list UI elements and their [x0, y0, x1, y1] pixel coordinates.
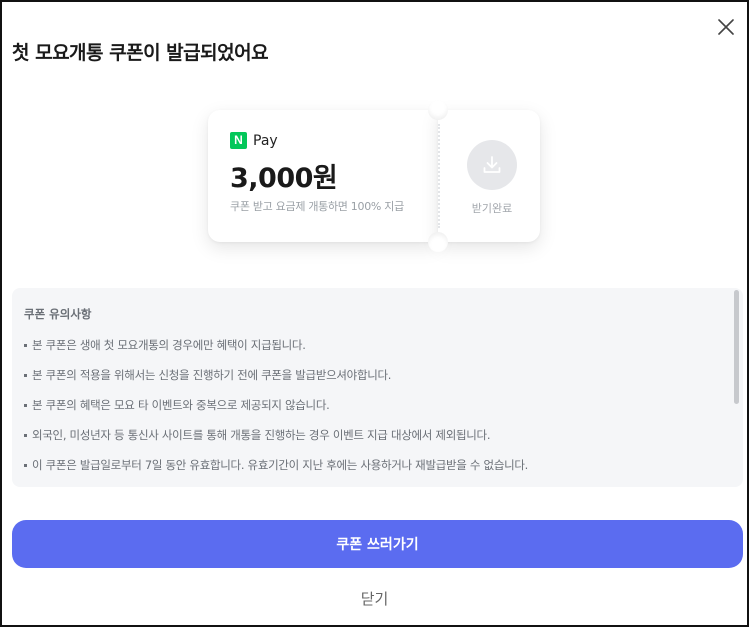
coupon-notch-bottom [428, 232, 448, 252]
notice-content: 쿠폰 유의사항 본 쿠폰은 생애 첫 모요개통의 경우에만 혜택이 지급됩니다.… [24, 306, 719, 487]
notice-title: 쿠폰 유의사항 [24, 307, 92, 321]
bullet-icon [24, 374, 27, 377]
notice-item: 이 쿠폰은 발급일로부터 7일 동안 유효합니다. 유효기간이 지난 후에는 사… [24, 458, 719, 487]
close-text-button[interactable]: 닫기 [2, 588, 747, 609]
notice-item: 외국인, 미성년자 등 통신사 사이트를 통해 개통을 진행하는 경우 이벤트 … [24, 428, 719, 458]
notice-item-text: 본 쿠폰의 적용을 위해서는 신청을 진행하기 전에 쿠폰을 발급받으셔야합니다… [32, 368, 392, 382]
bullet-icon [24, 464, 27, 467]
notice-scrollbar[interactable] [734, 290, 739, 404]
bullet-icon [24, 434, 27, 437]
dialog-title: 첫 모요개통 쿠폰이 발급되었어요 [12, 42, 269, 64]
coupon-notice-box[interactable]: 쿠폰 유의사항 본 쿠폰은 생애 첫 모요개통의 경우에만 혜택이 지급됩니다.… [12, 288, 743, 487]
notice-item-text: 본 쿠폰의 혜택은 모요 타 이벤트와 중복으로 제공되지 않습니다. [32, 398, 330, 412]
coupon-main-section: N Pay 3,000원 쿠폰 받고 요금제 개통하면 100% 지급 [208, 110, 438, 242]
coupon-description: 쿠폰 받고 요금제 개통하면 100% 지급 [230, 200, 404, 213]
naver-pay-logo: N [230, 132, 247, 149]
coupon-dialog: 첫 모요개통 쿠폰이 발급되었어요 N Pay 3,000원 쿠폰 받고 요금제… [0, 0, 749, 627]
coupon-card: N Pay 3,000원 쿠폰 받고 요금제 개통하면 100% 지급 받기완료 [208, 100, 540, 252]
coupon-brand-name: Pay [253, 132, 278, 149]
close-button[interactable] [713, 14, 739, 40]
notice-item: 본 쿠폰의 적용을 위해서는 신청을 진행하기 전에 쿠폰을 발급받으셔야합니다… [24, 368, 719, 398]
notice-item: 본 쿠폰의 혜택은 모요 타 이벤트와 중복으로 제공되지 않습니다. [24, 398, 719, 428]
bullet-icon [24, 404, 27, 407]
coupon-download-button[interactable] [467, 140, 517, 190]
notice-item-text: 본 쿠폰은 생애 첫 모요개통의 경우에만 혜택이 지급됩니다. [32, 338, 306, 352]
coupon-notch-top [428, 100, 448, 120]
use-coupon-button[interactable]: 쿠폰 쓰러가기 [12, 520, 743, 568]
coupon-amount: 3,000원 [230, 163, 338, 194]
notice-item: 본 쿠폰은 생애 첫 모요개통의 경우에만 혜택이 지급됩니다. [24, 338, 719, 368]
download-icon [483, 156, 501, 173]
notice-item-text: 외국인, 미성년자 등 통신사 사이트를 통해 개통을 진행하는 경우 이벤트 … [32, 428, 491, 442]
coupon-brand: N Pay [230, 132, 278, 149]
bullet-icon [24, 344, 27, 347]
notice-item-text: 이 쿠폰은 발급일로부터 7일 동안 유효합니다. 유효기간이 지난 후에는 사… [32, 458, 529, 472]
coupon-download-label: 받기완료 [471, 202, 513, 215]
close-icon [718, 19, 734, 35]
